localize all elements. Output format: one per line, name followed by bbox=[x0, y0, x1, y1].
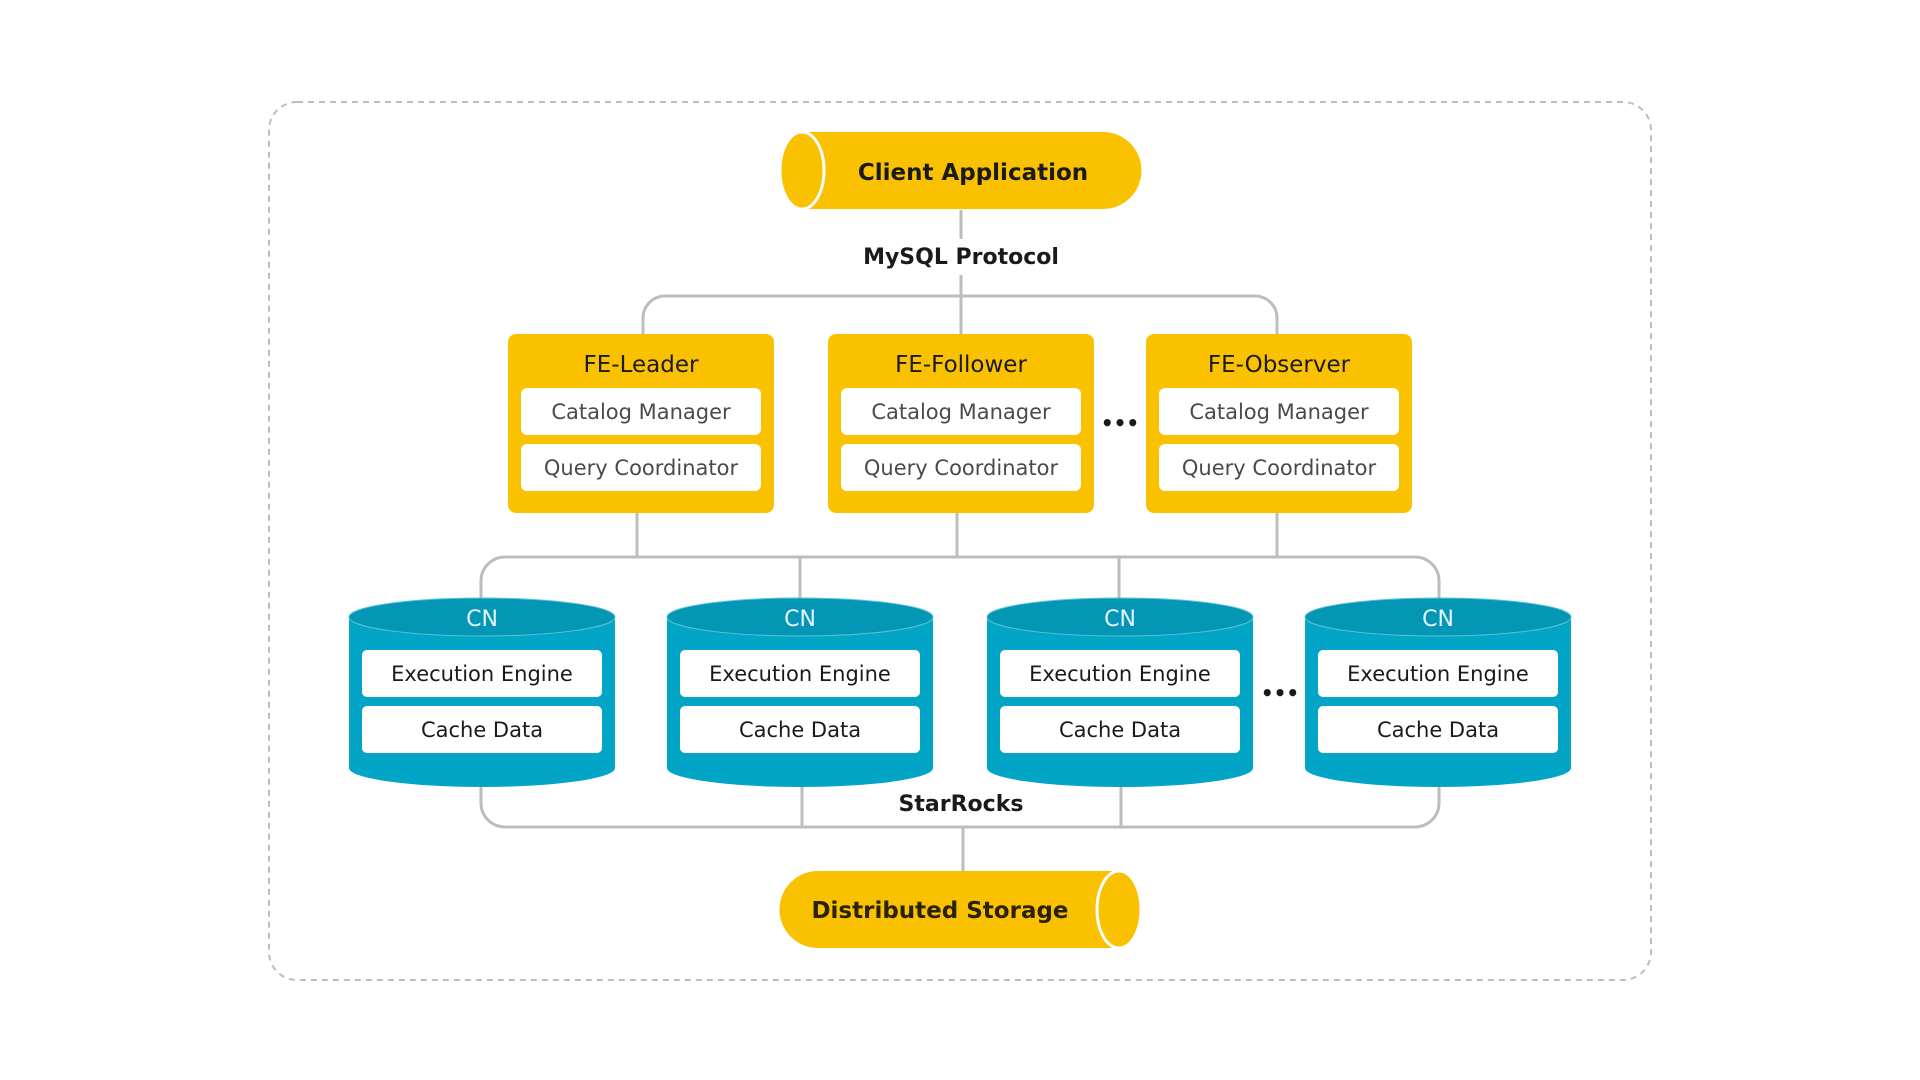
compute-component-label: Cache Data bbox=[1059, 718, 1181, 742]
storage-cylinder-end bbox=[1095, 869, 1143, 950]
frontend-component-label: Query Coordinator bbox=[864, 456, 1059, 480]
compute-component-label: Cache Data bbox=[739, 718, 861, 742]
compute-component-label: Execution Engine bbox=[1029, 662, 1211, 686]
client-application-label: Client Application bbox=[858, 160, 1088, 186]
frontend-component-label: Query Coordinator bbox=[544, 456, 739, 480]
frontend-group: FE-Leader Catalog Manager Query Coordinato… bbox=[508, 334, 1412, 513]
compute-node-title: CN bbox=[784, 607, 816, 632]
compute-node-title: CN bbox=[466, 607, 498, 632]
compute-cylinder-body bbox=[349, 617, 615, 787]
fe-to-cn-connector bbox=[635, 513, 1279, 557]
frontend-component-label: Catalog Manager bbox=[871, 400, 1051, 424]
frontend-component-label: Catalog Manager bbox=[1189, 400, 1369, 424]
compute-node-title: CN bbox=[1422, 607, 1454, 632]
compute-node[interactable]: CN Execution Engine Cache Data bbox=[986, 597, 1254, 787]
frontend-title: FE-Follower bbox=[895, 352, 1027, 378]
compute-component-label: Cache Data bbox=[1377, 718, 1499, 742]
compute-component-label: Execution Engine bbox=[709, 662, 891, 686]
compute-component-label: Cache Data bbox=[421, 718, 543, 742]
frontend-node[interactable]: FE-Observer Catalog Manager Query Coordina… bbox=[1146, 334, 1412, 513]
client-application[interactable]: Client Application bbox=[778, 130, 1142, 211]
distributed-storage-label: Distributed Storage bbox=[811, 898, 1068, 924]
compute-cylinder-body bbox=[667, 617, 933, 787]
cluster-label: StarRocks bbox=[899, 792, 1024, 817]
frontend-title: FE-Leader bbox=[584, 352, 699, 378]
client-cylinder-end bbox=[778, 130, 826, 211]
protocol-label: MySQL Protocol bbox=[863, 245, 1059, 270]
fe-ellipsis: ••• bbox=[1101, 411, 1139, 435]
frontend-component-label: Catalog Manager bbox=[551, 400, 731, 424]
fe-bus-connector bbox=[641, 294, 1279, 334]
compute-node-group: CN Execution Engine Cache Data CN Execution … bbox=[348, 597, 1572, 787]
cn-bus-connector bbox=[479, 555, 1441, 598]
distributed-storage[interactable]: Distributed Storage bbox=[779, 869, 1143, 950]
frontend-node[interactable]: FE-Follower Catalog Manager Query Coordina… bbox=[828, 334, 1094, 513]
compute-component-label: Execution Engine bbox=[1347, 662, 1529, 686]
cn-ellipsis: ••• bbox=[1261, 681, 1299, 705]
compute-component-label: Execution Engine bbox=[391, 662, 573, 686]
compute-node[interactable]: CN Execution Engine Cache Data bbox=[348, 597, 616, 787]
frontend-node[interactable]: FE-Leader Catalog Manager Query Coordinato… bbox=[508, 334, 774, 513]
connectors bbox=[479, 210, 1441, 871]
compute-node[interactable]: CN Execution Engine Cache Data bbox=[1304, 597, 1572, 787]
starrocks-architecture-diagram: Client Application MySQL Protocol FE-Lea… bbox=[268, 101, 1652, 981]
frontend-component-label: Query Coordinator bbox=[1182, 456, 1377, 480]
frontend-title: FE-Observer bbox=[1208, 352, 1351, 378]
compute-cylinder-body bbox=[987, 617, 1253, 787]
compute-node[interactable]: CN Execution Engine Cache Data bbox=[666, 597, 934, 787]
compute-cylinder-body bbox=[1305, 617, 1571, 787]
compute-node-title: CN bbox=[1104, 607, 1136, 632]
